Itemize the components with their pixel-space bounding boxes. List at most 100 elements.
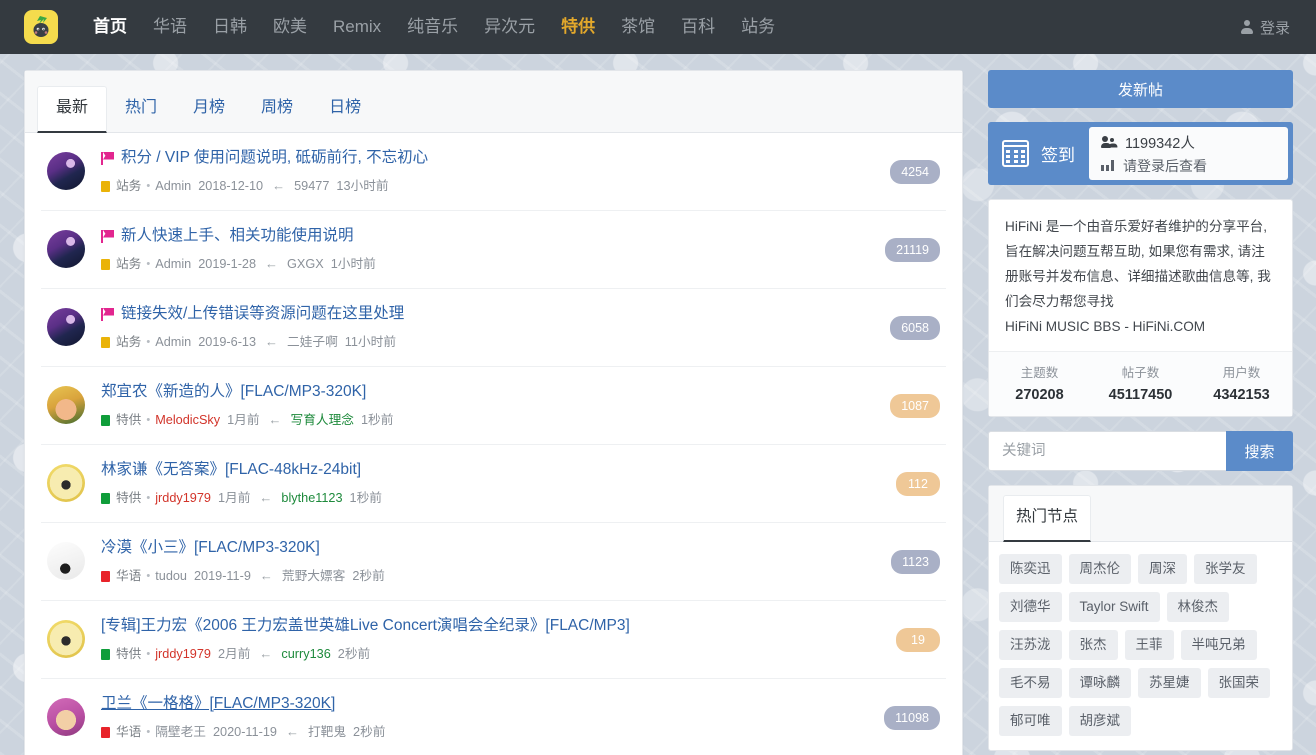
tab-week[interactable]: 周榜 — [243, 87, 311, 133]
topic-row[interactable]: 冷漠《小三》[FLAC/MP3-320K] 华语 • tudou 2019-11-9 ← 荒… — [41, 523, 946, 601]
avatar[interactable] — [47, 464, 85, 502]
nav-link-chaguan[interactable]: 茶馆 — [608, 10, 668, 44]
topic-row[interactable]: 郑宜农《新造的人》[FLAC/MP3-320K] 特供 • MelodicSky 1月前… — [41, 367, 946, 445]
topic-title-link[interactable]: 卫兰《一格格》[FLAC/MP3-320K] — [101, 693, 866, 715]
topic-author[interactable]: jrddy1979 — [155, 489, 211, 507]
topic-title-link[interactable]: 林家谦《无答案》[FLAC-48kHz-24bit] — [101, 459, 866, 481]
hot-node-tag[interactable]: Taylor Swift — [1068, 592, 1160, 622]
topic-last-time: 1秒前 — [349, 491, 382, 505]
topic-node-label[interactable]: 特供 — [116, 411, 141, 429]
checkin-login-row[interactable]: 请登录后查看 — [1101, 156, 1276, 176]
topic-title-link[interactable]: 积分 / VIP 使用问题说明, 砥砺前行, 不忘初心 — [101, 147, 866, 169]
topic-node-label[interactable]: 特供 — [116, 489, 141, 507]
tab-day[interactable]: 日榜 — [311, 87, 379, 133]
tab-latest[interactable]: 最新 — [37, 86, 108, 133]
topic-title-link[interactable]: [专辑]王力宏《2006 王力宏盖世英雄Live Concert演唱会全纪录》[… — [101, 615, 866, 637]
stat-users-value: 4342153 — [1213, 387, 1270, 403]
checkin-button[interactable]: 签到 — [988, 122, 1089, 185]
hot-node-tag[interactable]: 陈奕迅 — [999, 554, 1062, 584]
tab-month[interactable]: 月榜 — [175, 87, 243, 133]
topic-title-link[interactable]: 郑宜农《新造的人》[FLAC/MP3-320K] — [101, 381, 866, 403]
hot-node-tag[interactable]: 谭咏麟 — [1068, 668, 1131, 698]
avatar[interactable] — [47, 386, 85, 424]
topic-author[interactable]: Admin — [155, 255, 191, 273]
stat-topics-value: 270208 — [1015, 387, 1064, 403]
topic-title-link[interactable]: 新人快速上手、相关功能使用说明 — [101, 225, 866, 247]
topic-title-link[interactable]: 冷漠《小三》[FLAC/MP3-320K] — [101, 537, 866, 559]
topic-last-replier[interactable]: 二娃子啊 — [287, 333, 338, 351]
topic-author[interactable]: tudou — [155, 567, 187, 585]
topic-row[interactable]: 卫兰《一格格》[FLAC/MP3-320K] 华语 • 隔壁老王 2020-11-19 ←… — [41, 679, 946, 755]
avatar[interactable] — [47, 698, 85, 736]
nav-link-yiciyuan[interactable]: 异次元 — [471, 10, 548, 44]
nav-link-tegong[interactable]: 特供 — [548, 10, 608, 44]
stat-posts-label: 帖子数 — [1121, 366, 1160, 380]
avatar[interactable] — [47, 152, 85, 190]
tab-hot[interactable]: 热门 — [107, 87, 175, 133]
tab-hot-nodes[interactable]: 热门节点 — [1003, 495, 1092, 542]
nav-link-zhanwu[interactable]: 站务 — [728, 10, 788, 44]
topic-node-label[interactable]: 站务 — [116, 177, 141, 195]
hot-node-tag[interactable]: 胡彦斌 — [1068, 706, 1131, 736]
topic-title-link[interactable]: 链接失效/上传错误等资源问题在这里处理 — [101, 303, 866, 325]
nav-link-remix[interactable]: Remix — [320, 10, 394, 44]
topic-author[interactable]: jrddy1979 — [155, 645, 211, 663]
nav-link-chunyinyue[interactable]: 纯音乐 — [394, 10, 471, 44]
topic-last-replier[interactable]: 写育人理念 — [291, 411, 354, 429]
hot-node-tag[interactable]: 刘德华 — [999, 592, 1062, 622]
hot-node-tag[interactable]: 周深 — [1138, 554, 1187, 584]
search-button[interactable]: 搜索 — [1226, 431, 1293, 471]
nav-link-huayu[interactable]: 华语 — [140, 10, 200, 44]
node-color-marker — [101, 726, 110, 738]
nav-link-rihan[interactable]: 日韩 — [200, 10, 260, 44]
hot-node-tag[interactable]: 毛不易 — [999, 668, 1062, 698]
hifini-logo[interactable] — [24, 10, 58, 44]
topic-node-label[interactable]: 华语 — [116, 723, 141, 741]
topic-author[interactable]: Admin — [155, 177, 191, 195]
topic-row[interactable]: [专辑]王力宏《2006 王力宏盖世英雄Live Concert演唱会全纪录》[… — [41, 601, 946, 679]
nav-link-baike[interactable]: 百科 — [668, 10, 728, 44]
avatar[interactable] — [47, 230, 85, 268]
topic-row[interactable]: 林家谦《无答案》[FLAC-48kHz-24bit] 特供 • jrddy1979 1月… — [41, 445, 946, 523]
node-color-marker — [101, 336, 110, 348]
hot-node-tag[interactable]: 王菲 — [1124, 630, 1174, 660]
topic-node-label[interactable]: 站务 — [116, 255, 141, 273]
search-input[interactable] — [988, 431, 1226, 471]
hot-node-tag[interactable]: 半吨兄弟 — [1180, 630, 1257, 660]
hot-node-tag[interactable]: 张国荣 — [1207, 668, 1270, 698]
topic-author[interactable]: Admin — [155, 333, 191, 351]
hot-node-tag[interactable]: 汪苏泷 — [999, 630, 1062, 660]
avatar[interactable] — [47, 542, 85, 580]
login-button[interactable]: 登录 — [1233, 11, 1298, 44]
topic-meta: 华语 • 隔壁老王 2020-11-19 ← 打靶鬼 2秒前 — [101, 723, 866, 741]
topic-node-label[interactable]: 华语 — [116, 567, 141, 585]
hot-node-tag[interactable]: 林俊杰 — [1166, 592, 1230, 622]
new-post-button[interactable]: 发新帖 — [988, 70, 1293, 108]
hot-node-tag[interactable]: 苏星婕 — [1138, 668, 1201, 698]
topic-row[interactable]: 链接失效/上传错误等资源问题在这里处理 站务 • Admin 2019-6-13 ← 二娃子… — [41, 289, 946, 367]
hot-nodes-header: 热门节点 — [989, 486, 1292, 542]
topic-author[interactable]: MelodicSky — [155, 411, 220, 429]
topic-node-label[interactable]: 站务 — [116, 333, 141, 351]
nav-link-oumei[interactable]: 欧美 — [260, 10, 320, 44]
topic-last-replier[interactable]: GXGX — [287, 255, 324, 273]
avatar[interactable] — [47, 620, 85, 658]
topic-node-label[interactable]: 特供 — [116, 645, 141, 663]
avatar[interactable] — [47, 308, 85, 346]
topic-last-replier[interactable]: 打靶鬼 — [308, 723, 346, 741]
topic-author[interactable]: 隔壁老王 — [155, 723, 206, 741]
topic-last-replier[interactable]: curry136 — [281, 645, 330, 663]
nav-link-home[interactable]: 首页 — [80, 10, 140, 44]
topic-last-replier[interactable]: blythe1123 — [281, 489, 342, 507]
topic-row[interactable]: 新人快速上手、相关功能使用说明 站务 • Admin 2019-1-28 ← GXGX 1小时… — [41, 211, 946, 289]
hot-node-tag[interactable]: 张学友 — [1194, 554, 1257, 584]
page-body: 最新 热门 月榜 周榜 日榜 积分 / VIP 使用问题说明, 砥砺前行, 不忘… — [0, 54, 1316, 755]
topic-row[interactable]: 积分 / VIP 使用问题说明, 砥砺前行, 不忘初心 站务 • Admin 2018-… — [41, 133, 946, 211]
reply-count-badge: 19 — [896, 627, 940, 652]
topic-last-replier[interactable]: 荒野大嫖客 — [282, 567, 345, 585]
topic-last-replier[interactable]: 59477 — [294, 177, 329, 195]
hot-node-tag[interactable]: 郁可唯 — [999, 706, 1062, 736]
hot-node-tag[interactable]: 周杰伦 — [1068, 554, 1131, 584]
topic-date: 1月前 — [217, 491, 251, 505]
hot-node-tag[interactable]: 张杰 — [1068, 630, 1118, 660]
